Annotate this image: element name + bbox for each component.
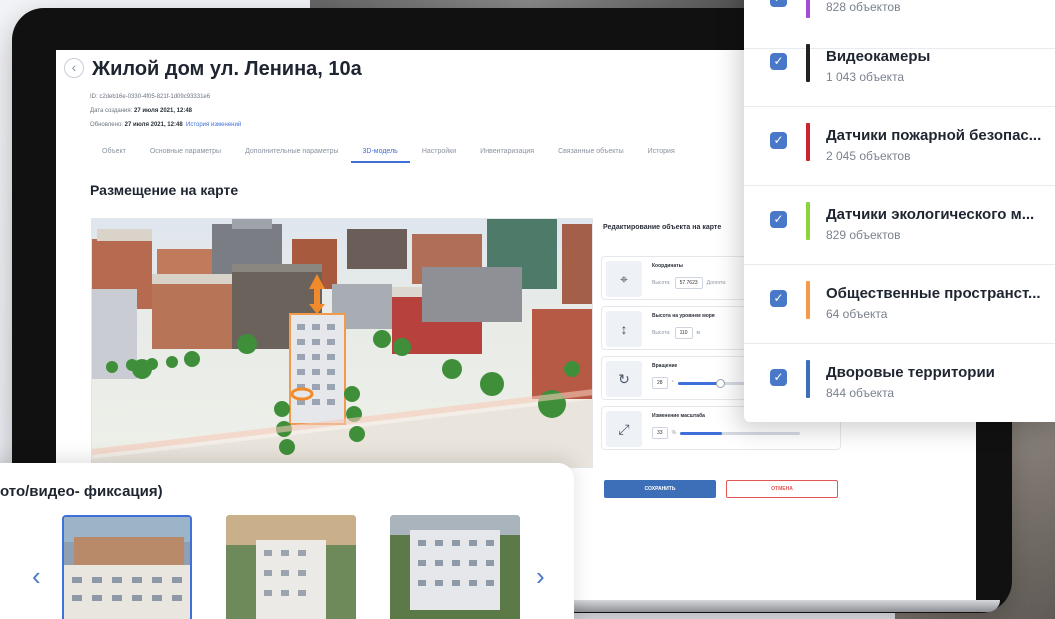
tab-inventory[interactable]: Инвентаризация	[468, 142, 546, 163]
created-date: Дата создания: 27 июля 2021, 12:48	[90, 108, 193, 114]
scale-row: 33 %	[652, 427, 801, 439]
longitude-label: Долгота:	[706, 280, 727, 286]
tab-bar: Объект Основные параметры Дополнительные…	[90, 142, 687, 163]
layer-count: 1 043 объекта	[826, 70, 905, 84]
checkbox-icon[interactable]: ✓	[770, 369, 787, 386]
tab-3d-model[interactable]: 3D-модель	[350, 142, 410, 163]
tab-main-params[interactable]: Основные параметры	[138, 142, 233, 163]
layer-color-bar	[806, 202, 810, 240]
altitude-field-label: Высота:	[652, 330, 671, 336]
photo-thumbnail[interactable]	[390, 515, 520, 619]
layer-count: 828 объектов	[826, 0, 901, 14]
checkbox-icon[interactable]: ✓	[770, 290, 787, 307]
coordinates-label: Координаты	[652, 263, 683, 269]
map-3d-view[interactable]	[91, 218, 593, 468]
layer-count: 829 объектов	[826, 228, 901, 242]
layer-item-eco-sensors[interactable]: ✓ Датчики экологического м... 829 объект…	[744, 186, 1055, 265]
rotation-unit: °	[671, 380, 674, 386]
section-title: Размещение на карте	[90, 182, 239, 198]
save-button[interactable]: СОХРАНИТЬ	[604, 480, 716, 498]
chevron-left-icon: ‹	[71, 59, 77, 75]
layer-count: 64 объекта	[826, 307, 888, 321]
rotation-label: Вращение	[652, 363, 678, 369]
layer-color-bar	[806, 360, 810, 398]
chevron-left-icon[interactable]: ‹	[32, 561, 41, 592]
object-id: ID: c2deb16e-0330-4f05-821f-1d09c93331e6	[90, 94, 211, 100]
scale-slider[interactable]	[680, 431, 801, 435]
layer-item-cameras[interactable]: ✓ Видеокамеры 1 043 объекта	[744, 28, 1055, 107]
scale-input[interactable]: 33	[652, 427, 668, 439]
photo-panel-title: ото/видео- фиксация)	[0, 483, 163, 500]
photo-video-panel: ото/видео- фиксация) ‹ ›	[0, 463, 574, 619]
rotation-slider-knob[interactable]	[715, 378, 725, 388]
latitude-input[interactable]: 57.7623	[674, 277, 703, 289]
latitude-label: Высота:	[652, 280, 671, 286]
checkbox-icon[interactable]: ✓	[770, 211, 787, 228]
laptop-base	[560, 600, 1000, 612]
building-photo	[226, 515, 356, 619]
layer-color-bar	[806, 44, 810, 82]
layer-color-bar	[806, 0, 810, 18]
checkbox-icon[interactable]: ✓	[770, 132, 787, 149]
rotate-icon: ↻	[606, 361, 642, 397]
rotation-slider-fill	[677, 381, 720, 385]
back-button[interactable]: ‹	[64, 58, 84, 78]
photo-thumbnail[interactable]	[226, 515, 356, 619]
tab-settings[interactable]: Настройки	[410, 142, 468, 163]
page-title: Жилой дом ул. Ленина, 10а	[92, 58, 362, 80]
layer-name: Общественные пространст...	[826, 285, 1041, 302]
rotation-input[interactable]: 28	[652, 377, 668, 389]
scale-slider-fill	[680, 431, 723, 435]
layer-item-public-spaces[interactable]: ✓ Общественные пространст... 64 объекта	[744, 265, 1055, 344]
layer-name: Видеокамеры	[826, 48, 931, 65]
layer-color-bar	[806, 123, 810, 161]
layers-panel: ✓ 828 объектов ✓ Видеокамеры 1 043 объек…	[744, 0, 1055, 422]
coordinates-row: Высота: 57.7623 Долгота:	[652, 277, 726, 289]
scale-unit: %	[671, 430, 677, 436]
history-link[interactable]: История изменений	[186, 122, 241, 128]
chevron-right-icon[interactable]: ›	[536, 561, 545, 592]
altitude-input[interactable]: 110	[674, 327, 693, 339]
checkbox-icon[interactable]: ✓	[770, 53, 787, 70]
photo-thumbnail[interactable]	[62, 515, 192, 619]
cancel-button[interactable]: ОТМЕНА	[726, 480, 838, 498]
coordinates-icon: ⌖	[606, 261, 642, 297]
tab-related[interactable]: Связанные объекты	[546, 142, 636, 163]
layer-name: Дворовые территории	[826, 364, 995, 381]
building-photo	[390, 515, 520, 619]
layer-count: 2 045 объектов	[826, 149, 911, 163]
layer-color-bar	[806, 281, 810, 319]
altitude-row: Высота: 110 м	[652, 327, 700, 339]
updated-date: Обновлено: 27 июля 2021, 12:48 История и…	[90, 122, 242, 128]
layer-name: Датчики пожарной безопас...	[826, 127, 1042, 144]
altitude-label: Высота на уровнем моря	[652, 313, 715, 319]
tab-object[interactable]: Объект	[90, 142, 138, 163]
scale-label: Изменение масштаба	[652, 413, 705, 419]
checkbox-icon[interactable]: ✓	[770, 0, 787, 7]
layer-item-yards[interactable]: ✓ Дворовые территории 844 объекта	[744, 344, 1055, 422]
altitude-unit: м	[696, 330, 700, 336]
layer-name: Датчики экологического м...	[826, 206, 1035, 223]
scale-icon: ⤢	[606, 411, 642, 447]
building-photo	[64, 517, 190, 619]
tab-history[interactable]: История	[636, 142, 687, 163]
altitude-icon: ↕	[606, 311, 642, 347]
layer-item-fire-sensors[interactable]: ✓ Датчики пожарной безопас... 2 045 объе…	[744, 107, 1055, 186]
tab-extra-params[interactable]: Дополнительные параметры	[233, 142, 350, 163]
layer-count: 844 объекта	[826, 386, 895, 400]
city-3d-render	[92, 219, 592, 467]
